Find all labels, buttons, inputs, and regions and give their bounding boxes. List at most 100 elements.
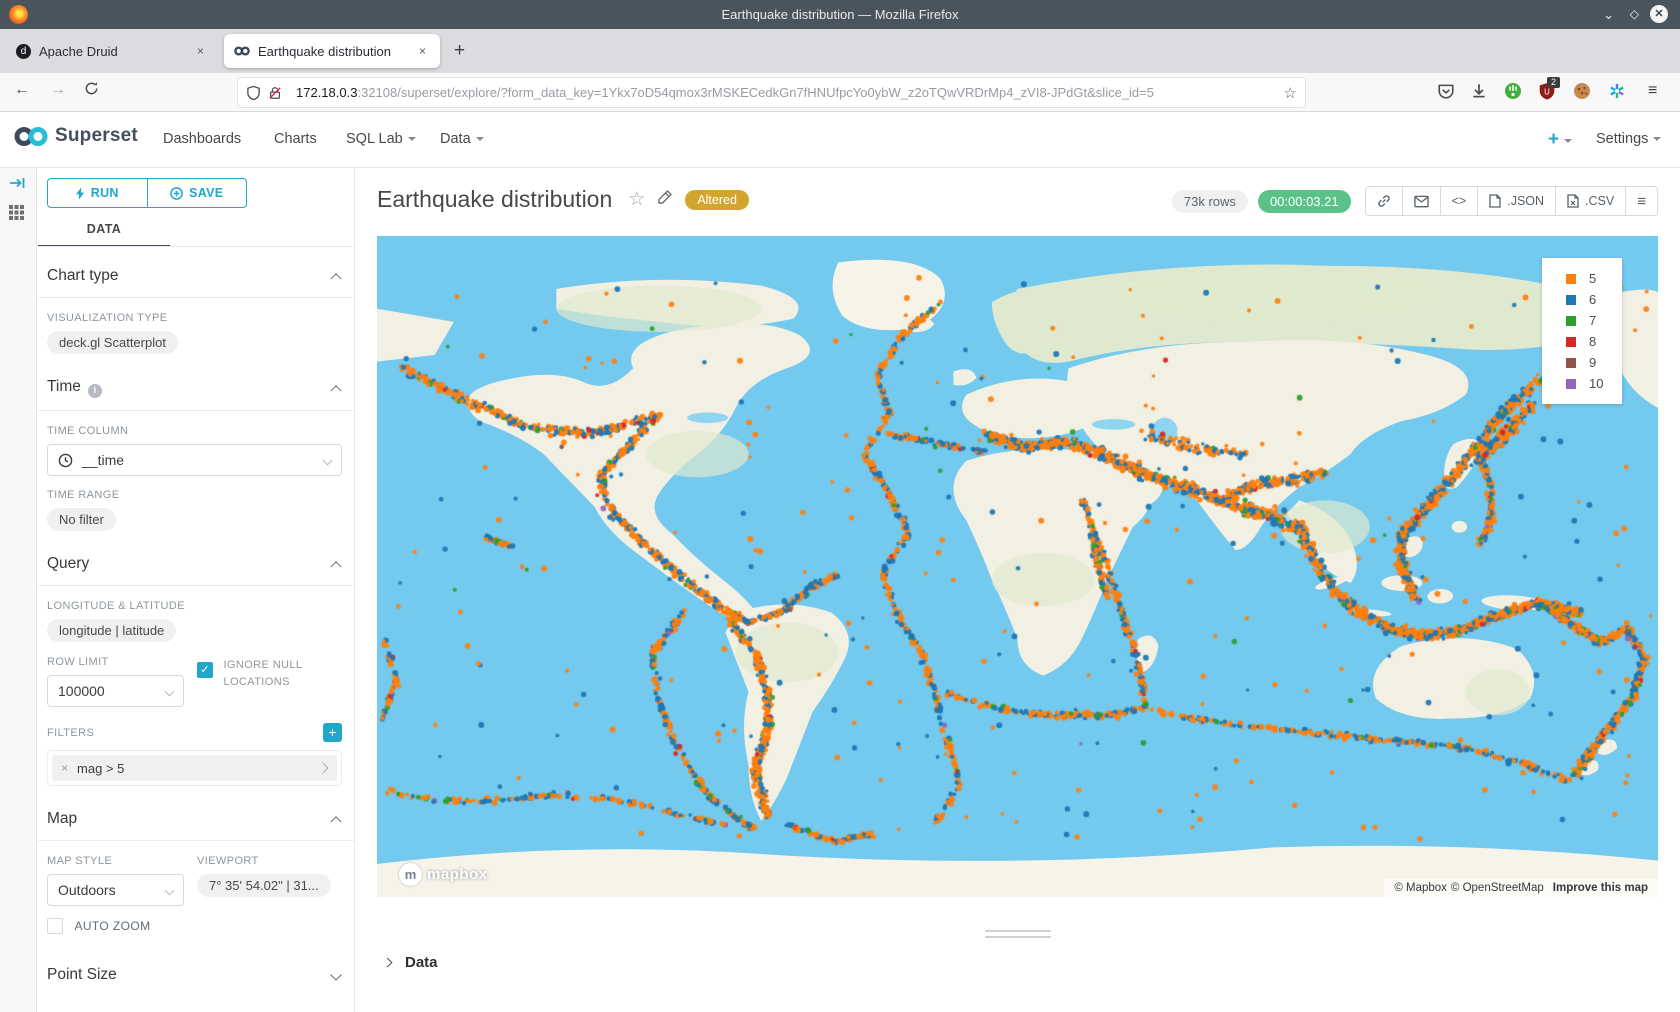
info-icon: i	[88, 384, 102, 398]
chevron-down-icon	[1653, 137, 1661, 141]
viewport-label: VIEWPORT	[197, 855, 342, 867]
chart-menu-button[interactable]: ≡	[1626, 187, 1657, 215]
tab-close-icon[interactable]: ×	[415, 42, 430, 60]
nav-sql-lab[interactable]: SQL Lab	[346, 131, 416, 147]
lonlat-label: LONGITUDE & LATITUDE	[47, 600, 342, 612]
time-range-value[interactable]: No filter	[47, 508, 116, 531]
download-icon[interactable]	[1470, 82, 1488, 100]
ignore-null-checkbox[interactable]: ✓	[197, 662, 213, 678]
section-time[interactable]: Timei	[38, 358, 354, 410]
map-style-value: Outdoors	[58, 882, 116, 898]
lonlat-value[interactable]: longitude | latitude	[47, 619, 176, 642]
nav-charts[interactable]: Charts	[274, 131, 317, 147]
legend-swatch	[1566, 295, 1576, 305]
time-column-select[interactable]: __time	[47, 444, 342, 476]
section-title: Point Size	[47, 966, 117, 984]
chevron-up-icon	[330, 273, 341, 284]
remove-filter-icon[interactable]: ×	[52, 761, 77, 775]
osm-attribution-link[interactable]: © OpenStreetMap	[1451, 882, 1544, 894]
add-new-button[interactable]: +	[1548, 129, 1572, 151]
embed-code-button[interactable]: <>	[1441, 187, 1479, 215]
section-point-size[interactable]: Point Size	[38, 940, 354, 996]
reload-button[interactable]	[84, 81, 99, 101]
altered-badge[interactable]: Altered	[685, 190, 749, 210]
superset-logo	[14, 126, 48, 147]
export-json-button[interactable]: .JSON	[1478, 187, 1556, 215]
datasource-grid-icon[interactable]	[8, 204, 25, 226]
bookmark-star-icon[interactable]: ☆	[1284, 84, 1297, 102]
expand-panel-icon[interactable]	[9, 176, 27, 195]
row-count-badge: 73k rows	[1172, 190, 1248, 213]
share-link-button[interactable]	[1366, 187, 1403, 215]
mapbox-attribution-link[interactable]: © Mapbox	[1394, 882, 1447, 894]
row-limit-select[interactable]: 100000	[47, 675, 184, 707]
url-bar[interactable]: 172.18.0.3:32108/superset/explore/?form_…	[238, 78, 1305, 107]
section-query[interactable]: Query	[38, 535, 354, 585]
edit-properties-icon[interactable]	[657, 189, 673, 210]
legend-label: 8	[1589, 334, 1596, 349]
tab-data[interactable]: DATA	[38, 208, 170, 247]
legend-swatch	[1566, 358, 1576, 368]
envelope-icon	[1414, 195, 1429, 208]
viewport-value[interactable]: 7° 35' 54.02" | 31...	[197, 874, 331, 897]
json-label: .JSON	[1507, 194, 1544, 208]
section-title: Timei	[47, 378, 102, 398]
improve-map-link[interactable]: Improve this map	[1553, 882, 1648, 894]
legend-label: 10	[1589, 376, 1603, 391]
svg-text:U: U	[1544, 87, 1550, 96]
window-minimize-button[interactable]: ⌄	[1603, 7, 1614, 23]
extension-green-icon[interactable]	[1504, 82, 1522, 100]
window-close-button[interactable]: ✕	[1650, 5, 1668, 23]
viz-type-value[interactable]: deck.gl Scatterplot	[47, 331, 178, 354]
tab-apache-druid[interactable]: d Apache Druid ×	[6, 34, 218, 68]
section-map[interactable]: Map	[38, 790, 354, 840]
add-filter-button[interactable]: +	[323, 723, 342, 742]
resize-drag-handle[interactable]	[985, 930, 1051, 942]
new-tab-button[interactable]: +	[454, 40, 465, 62]
superset-brand[interactable]: Superset	[14, 125, 138, 147]
window-title: Earthquake distribution — Mozilla Firefo…	[0, 7, 1680, 22]
back-button[interactable]: ←	[14, 81, 30, 99]
settings-menu[interactable]: Settings	[1596, 131, 1661, 147]
left-icon-gutter	[0, 168, 37, 1012]
nav-data[interactable]: Data	[440, 131, 484, 147]
data-panel-label: Data	[405, 954, 438, 971]
tab-earthquake-distribution[interactable]: Earthquake distribution ×	[224, 34, 440, 68]
export-button-group: <> .JSON .CSV ≡	[1365, 186, 1658, 216]
auto-zoom-checkbox[interactable]	[47, 918, 63, 934]
nav-dashboards[interactable]: Dashboards	[163, 131, 241, 147]
filter-chip[interactable]: × mag > 5	[52, 755, 337, 781]
time-column-label: TIME COLUMN	[47, 425, 342, 437]
clock-icon	[58, 453, 73, 468]
section-title: Query	[47, 555, 89, 573]
window-maximize-button[interactable]: ◇	[1630, 7, 1639, 21]
url-text[interactable]: 172.18.0.3:32108/superset/explore/?form_…	[296, 85, 1284, 100]
mapbox-logo[interactable]: m mapbox	[399, 863, 488, 886]
favorite-star-icon[interactable]: ☆	[628, 188, 645, 211]
email-button[interactable]	[1403, 187, 1441, 215]
insecure-lock-icon[interactable]	[268, 85, 284, 101]
run-button[interactable]: RUN	[47, 178, 147, 208]
chevron-up-icon	[330, 385, 341, 396]
tab-bar: d Apache Druid × Earthquake distribution…	[0, 29, 1680, 73]
section-chart-type[interactable]: Chart type	[38, 247, 354, 297]
save-button[interactable]: SAVE	[147, 178, 248, 208]
file-x-icon	[1567, 194, 1579, 208]
deckgl-scatterplot-map[interactable]: 5678910 m mapbox © Mapbox © OpenStreetMa…	[377, 236, 1658, 897]
legend-swatch	[1566, 316, 1576, 326]
legend-entry: 9	[1542, 352, 1622, 373]
menu-burger-icon[interactable]: ≡	[1648, 82, 1657, 100]
data-results-collapse[interactable]: Data	[384, 954, 438, 971]
tab-close-icon[interactable]: ×	[193, 42, 208, 60]
cookie-icon[interactable]	[1573, 82, 1591, 100]
export-csv-button[interactable]: .CSV	[1556, 187, 1626, 215]
legend-label: 7	[1589, 313, 1596, 328]
run-save-group: RUN SAVE	[47, 178, 247, 208]
section-title: Map	[47, 810, 77, 828]
forward-button[interactable]: →	[50, 81, 66, 99]
pocket-icon[interactable]	[1437, 82, 1455, 100]
map-style-select[interactable]: Outdoors	[47, 874, 184, 906]
pinwheel-extension-icon[interactable]	[1608, 82, 1626, 100]
auto-zoom-label: AUTO ZOOM	[74, 919, 150, 933]
shield-icon[interactable]	[246, 85, 262, 101]
